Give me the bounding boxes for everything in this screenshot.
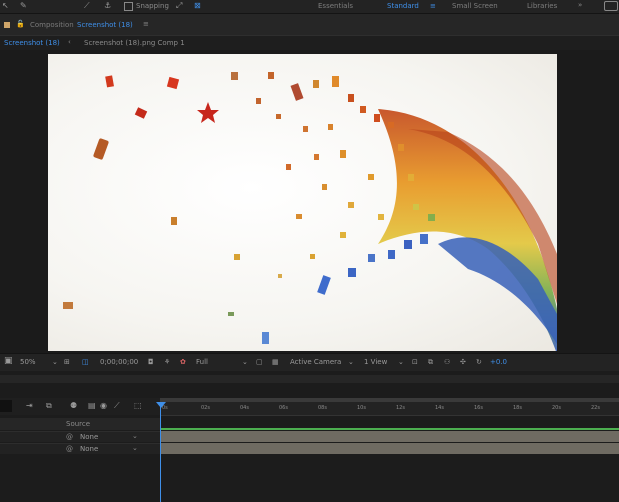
playhead-handle-icon[interactable] bbox=[156, 402, 166, 408]
breadcrumb[interactable]: Screenshot (18).png Comp 1 bbox=[84, 39, 185, 47]
chevron-down-icon[interactable]: ⌄ bbox=[398, 358, 404, 366]
show-snapshot-icon[interactable]: ⚘ bbox=[164, 358, 170, 366]
chevron-down-icon[interactable]: ⌄ bbox=[132, 444, 138, 452]
layer-row[interactable]: @ None ⌄ bbox=[0, 431, 160, 442]
top-toolbar: ↖ ✎ ⟋ ⚓ Snapping ⤢ ⊠ Essentials Standard… bbox=[0, 0, 619, 14]
parent-pickwhip-icon[interactable]: @ bbox=[66, 433, 73, 441]
layer-row[interactable]: @ None ⌄ bbox=[0, 443, 160, 454]
align-icon[interactable]: ⟋ bbox=[84, 1, 90, 11]
current-time-indicator[interactable] bbox=[160, 404, 161, 502]
ruler-tick-label: 12s bbox=[396, 405, 405, 411]
comp-tab-bar: Screenshot (18) ‹ Screenshot (18).png Co… bbox=[0, 35, 619, 50]
transparency-grid-icon[interactable]: ▦ bbox=[272, 358, 279, 366]
frame-blending-icon[interactable]: ▤ bbox=[88, 401, 96, 410]
snapshot-icon[interactable]: ◘ bbox=[148, 358, 154, 366]
fast-previews-icon[interactable]: ⧉ bbox=[428, 358, 433, 367]
ruler-tick-label: 06s bbox=[279, 405, 288, 411]
panel-title-prefix: Composition bbox=[30, 21, 74, 29]
ruler-tick-label: 04s bbox=[240, 405, 249, 411]
reset-exposure-icon[interactable]: ↻ bbox=[476, 358, 482, 366]
snap-edge-icon[interactable]: ⤢ bbox=[176, 1, 182, 11]
color-channel-icon[interactable]: ✿ bbox=[180, 358, 186, 366]
workspace-small-screen[interactable]: Small Screen bbox=[452, 2, 498, 10]
panel-title-comp[interactable]: Screenshot (18) bbox=[77, 21, 133, 29]
always-preview-icon[interactable]: ▣ bbox=[4, 356, 13, 366]
views-dropdown[interactable]: 1 View bbox=[364, 358, 387, 366]
tab-comp[interactable]: Screenshot (18) bbox=[4, 39, 60, 47]
composition-canvas[interactable] bbox=[48, 54, 557, 351]
mask-visibility-icon[interactable]: ◫ bbox=[82, 358, 89, 366]
snapping-label: Snapping bbox=[136, 2, 169, 10]
timeline-icon[interactable]: ⚇ bbox=[444, 358, 450, 366]
draft-3d-icon[interactable]: ⧉ bbox=[46, 401, 52, 411]
work-area-range[interactable] bbox=[160, 428, 619, 430]
motion-blur-icon[interactable]: ◉ bbox=[100, 401, 107, 410]
column-header-source: Source bbox=[66, 420, 91, 428]
camera-dropdown[interactable]: Active Camera bbox=[290, 358, 341, 366]
pin-tool-icon[interactable]: ✎ bbox=[20, 1, 27, 10]
chevron-left-icon[interactable]: ‹ bbox=[68, 38, 71, 46]
ruler-tick-label: 10s bbox=[357, 405, 366, 411]
zoom-dropdown[interactable]: 50% bbox=[20, 358, 36, 366]
workspace-menu-icon[interactable]: ≡ bbox=[430, 2, 436, 10]
snapping-checkbox[interactable] bbox=[124, 2, 133, 11]
resolution-dropdown[interactable]: Full bbox=[196, 358, 208, 366]
chevron-down-icon[interactable]: ⌄ bbox=[132, 432, 138, 440]
shy-icon[interactable]: ⚉ bbox=[70, 401, 77, 410]
comp-frame-image bbox=[63, 72, 557, 351]
timecode-field[interactable] bbox=[0, 400, 12, 412]
toggle-pixel-aspect-icon[interactable]: ⊡ bbox=[412, 358, 418, 366]
selection-tool-icon[interactable]: ↖ bbox=[2, 1, 9, 10]
timeline-switches: ⇥ ⧉ ⚉ ▤ ◉ ⟋ ⬚ bbox=[0, 398, 160, 415]
ruler-tick-label: 14s bbox=[435, 405, 444, 411]
ruler-ticks: 0s 02s 04s 06s 08s 10s 12s 14s 16s 18s 20s 22s bbox=[160, 398, 619, 415]
region-of-interest-icon[interactable]: ▢ bbox=[256, 358, 263, 366]
ruler-tick-label: 20s bbox=[552, 405, 561, 411]
chevron-down-icon[interactable]: ⌄ bbox=[242, 358, 248, 366]
more-workspaces-icon[interactable]: » bbox=[578, 1, 582, 9]
timeline-tab-strip bbox=[0, 375, 619, 383]
chevron-down-icon[interactable]: ⌄ bbox=[52, 358, 58, 366]
ruler-tick-label: 08s bbox=[318, 405, 327, 411]
ruler-tick-label: 18s bbox=[513, 405, 522, 411]
label-color-swatch bbox=[4, 22, 10, 28]
search-help-icon[interactable] bbox=[604, 1, 618, 11]
ruler-tick-label: 02s bbox=[201, 405, 210, 411]
parent-dropdown[interactable]: None bbox=[80, 433, 98, 441]
workspace-essentials[interactable]: Essentials bbox=[318, 2, 353, 10]
workspace-standard[interactable]: Standard bbox=[387, 2, 419, 10]
ruler-tick-label: 16s bbox=[474, 405, 483, 411]
grid-icon[interactable]: ⊞ bbox=[64, 358, 70, 366]
parent-dropdown[interactable]: None bbox=[80, 445, 98, 453]
layer-duration-bar[interactable] bbox=[160, 443, 619, 454]
exposure-value[interactable]: +0.0 bbox=[490, 358, 507, 366]
anchor-icon[interactable]: ⚓ bbox=[104, 1, 111, 10]
snap-feature-icon[interactable]: ⊠ bbox=[194, 1, 201, 10]
layer-column-header: Source bbox=[0, 418, 160, 430]
timecode[interactable]: 0;00;00;00 bbox=[100, 358, 138, 366]
comp-mini-flowchart-icon[interactable]: ⇥ bbox=[26, 401, 33, 410]
parent-pickwhip-icon[interactable]: @ bbox=[66, 445, 73, 453]
brainstorm-icon[interactable]: ⬚ bbox=[134, 401, 142, 410]
ruler-tick-label: 22s bbox=[591, 405, 600, 411]
layer-duration-bar[interactable] bbox=[160, 431, 619, 442]
lock-icon[interactable]: 🔓 bbox=[16, 20, 25, 28]
panel-menu-icon[interactable]: ≡ bbox=[143, 20, 149, 28]
chevron-down-icon[interactable]: ⌄ bbox=[348, 358, 354, 366]
graph-editor-icon[interactable]: ⟋ bbox=[114, 401, 120, 411]
workspace-libraries[interactable]: Libraries bbox=[527, 2, 557, 10]
composition-panel-header: 🔓 Composition Screenshot (18) ≡ bbox=[0, 14, 619, 36]
flowchart-icon[interactable]: ✣ bbox=[460, 358, 466, 366]
viewer-controls-bar: ▣ 50% ⌄ ⊞ ◫ 0;00;00;00 ◘ ⚘ ✿ Full ⌄ ▢ ▦ … bbox=[0, 353, 619, 371]
